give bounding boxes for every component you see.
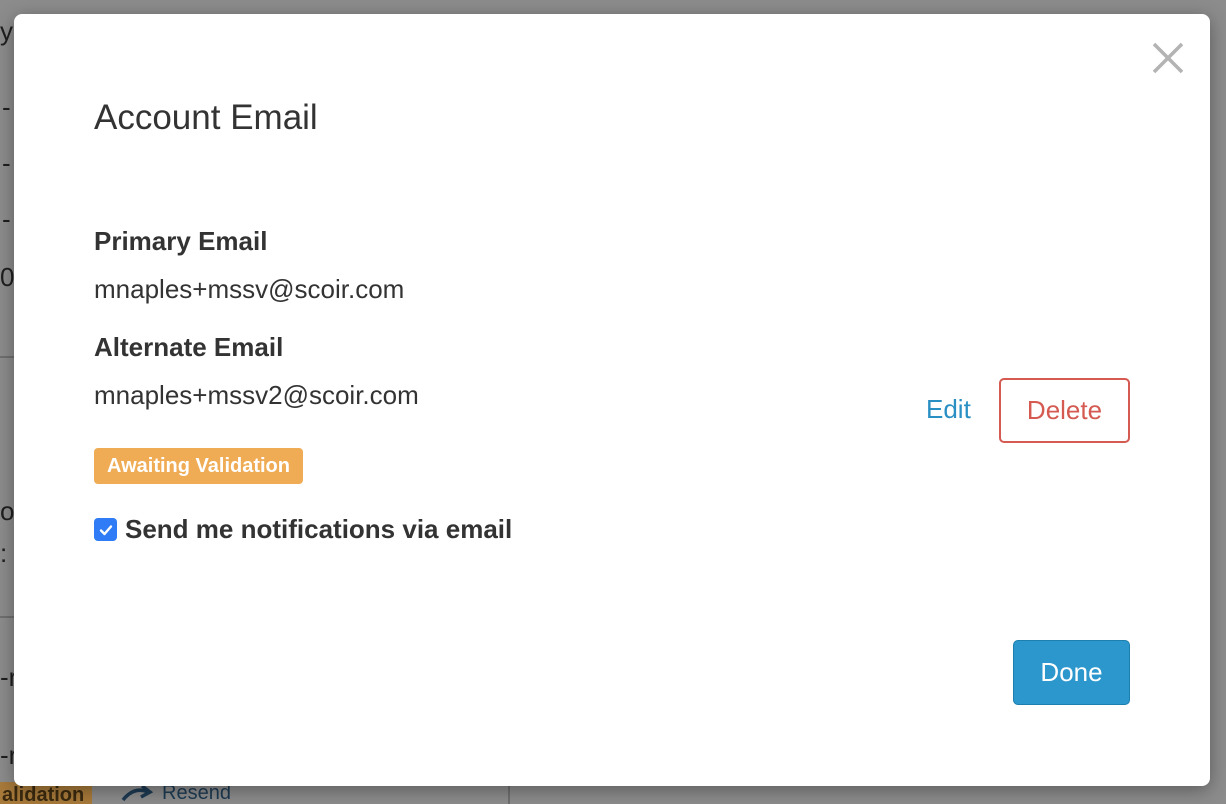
alternate-email-value: mnaples+mssv2@scoir.com bbox=[94, 380, 419, 410]
background-text: - bbox=[2, 204, 11, 234]
primary-email-value: mnaples+mssv@scoir.com bbox=[94, 274, 405, 304]
delete-alternate-email-button[interactable]: Delete bbox=[999, 378, 1130, 443]
background-divider bbox=[0, 616, 14, 618]
background-divider bbox=[508, 786, 510, 804]
done-button[interactable]: Done bbox=[1013, 640, 1130, 705]
background-text: o bbox=[0, 496, 15, 526]
background-text: - bbox=[2, 148, 11, 178]
close-button[interactable] bbox=[1150, 40, 1186, 76]
close-icon bbox=[1152, 42, 1184, 74]
notifications-label: Send me notifications via email bbox=[125, 514, 513, 544]
edit-alternate-email-link[interactable]: Edit bbox=[926, 394, 971, 425]
resend-icon bbox=[121, 784, 154, 801]
email-notifications-toggle[interactable]: Send me notifications via email bbox=[94, 514, 512, 545]
background-text: - bbox=[2, 92, 11, 122]
background-text: y bbox=[0, 16, 13, 46]
account-email-modal: Account Email Primary Email mnaples+mssv… bbox=[14, 14, 1210, 786]
background-text: : bbox=[0, 538, 8, 568]
alternate-email-label: Alternate Email bbox=[94, 332, 284, 362]
notifications-checkbox[interactable] bbox=[94, 518, 117, 541]
check-icon bbox=[99, 524, 112, 535]
primary-email-label: Primary Email bbox=[94, 226, 268, 256]
modal-title: Account Email bbox=[94, 98, 318, 137]
awaiting-validation-badge: Awaiting Validation bbox=[94, 448, 303, 484]
background-divider bbox=[0, 356, 14, 358]
